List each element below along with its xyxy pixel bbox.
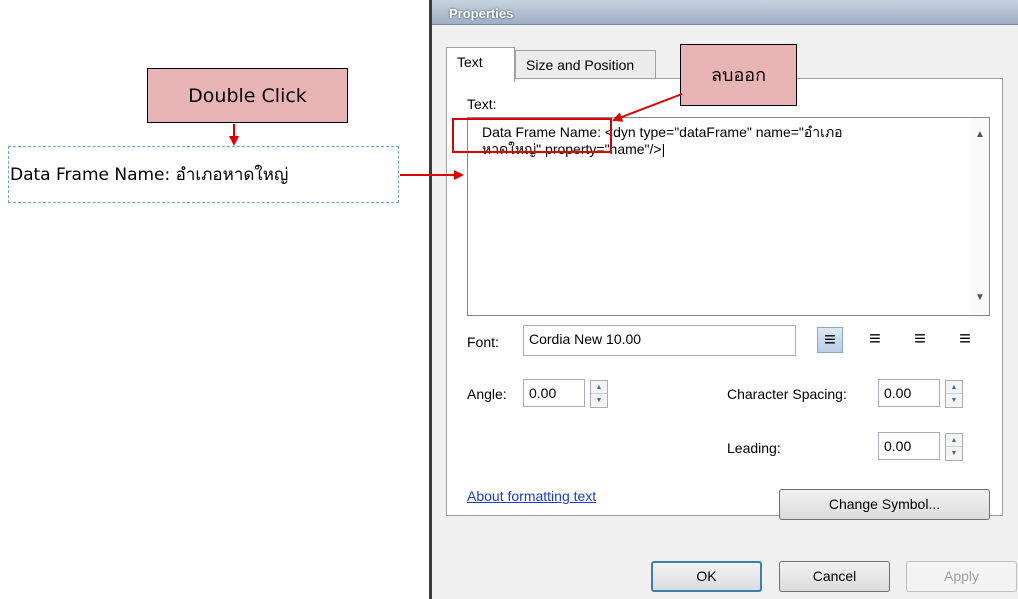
leading-field[interactable]: 0.00 [878,432,940,460]
align-right-icon[interactable]: ≡ [907,327,933,353]
align-center-icon[interactable]: ≡ [862,327,888,353]
align-left-icon[interactable]: ≡ [817,327,843,353]
tab-text[interactable]: Text [446,47,515,82]
spin-up-icon[interactable]: ▲ [591,381,607,394]
spin-up-icon[interactable]: ▲ [946,381,962,394]
change-symbol-button[interactable]: Change Symbol... [779,489,990,520]
align-justify-icon[interactable]: ≡ [952,327,978,353]
scroll-down-icon[interactable]: ▼ [971,289,989,307]
spin-down-icon[interactable]: ▼ [946,447,962,460]
spin-up-icon[interactable]: ▲ [946,434,962,447]
delete-note-callout: ลบออก [680,44,797,106]
spin-down-icon[interactable]: ▼ [591,394,607,407]
angle-field[interactable]: 0.00 [523,379,585,407]
leading-label: Leading: [727,440,781,456]
character-spacing-label: Character Spacing: [727,386,847,402]
ok-button[interactable]: OK [651,561,762,592]
scroll-up-icon[interactable]: ▲ [971,126,989,144]
apply-button[interactable]: Apply [906,561,1017,592]
leading-spinner[interactable]: ▲ ▼ [945,433,963,461]
text-label: Text: [467,96,497,112]
window-title: Properties [432,0,1018,25]
about-formatting-text-link[interactable]: About formatting text [467,488,596,504]
font-label: Font: [467,334,499,350]
tab-size-and-position[interactable]: Size and Position [515,50,656,79]
dynamic-text-element[interactable]: Data Frame Name: อำเภอหาดใหญ่ [8,146,399,203]
text-input[interactable]: Data Frame Name: <dyn type="dataFrame" n… [467,117,990,316]
character-spacing-field[interactable]: 0.00 [878,379,940,407]
double-click-callout: Double Click [147,68,348,123]
text-input-value: Data Frame Name: <dyn type="dataFrame" n… [482,124,843,157]
cancel-button[interactable]: Cancel [779,561,890,592]
font-field[interactable]: Cordia New 10.00 [523,325,796,356]
angle-label: Angle: [467,386,507,402]
angle-spinner[interactable]: ▲ ▼ [590,380,608,408]
text-scrollbar[interactable]: ▲ ▼ [971,118,989,315]
character-spacing-spinner[interactable]: ▲ ▼ [945,380,963,408]
spin-down-icon[interactable]: ▼ [946,394,962,407]
